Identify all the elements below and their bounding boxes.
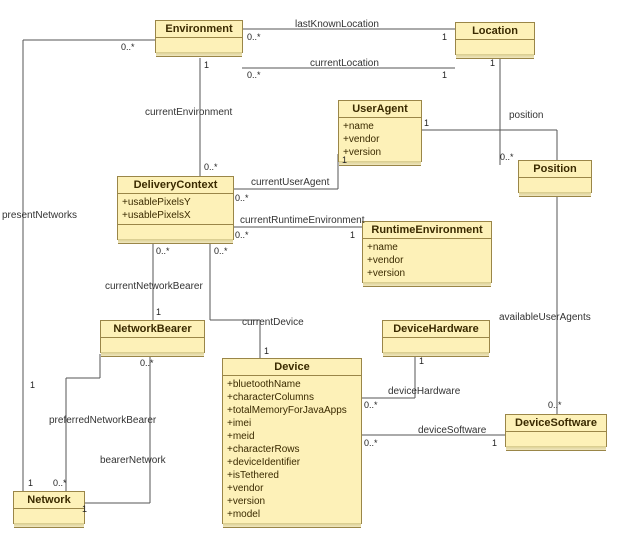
attr: +name — [367, 241, 487, 254]
mult: 1 — [156, 307, 161, 317]
mult: 0..* — [235, 230, 249, 240]
mult: 1 — [442, 70, 447, 80]
class-title: Environment — [156, 21, 242, 38]
attr: +bluetoothName — [227, 378, 357, 391]
attr: +vendor — [227, 482, 357, 495]
class-title: Location — [456, 23, 534, 40]
assoc-devicesoftware: deviceSoftware — [418, 425, 486, 436]
attr: +isTethered — [227, 469, 357, 482]
attr: +name — [343, 120, 417, 133]
assoc-devicehardware: deviceHardware — [388, 386, 460, 397]
assoc-currentenvironment: currentEnvironment — [145, 107, 232, 118]
mult: 0..* — [235, 193, 249, 203]
mult: 1 — [28, 478, 33, 488]
mult: 0..* — [364, 400, 378, 410]
mult: 0..* — [53, 478, 67, 488]
class-position: Position — [518, 160, 592, 193]
mult: 1 — [264, 346, 269, 356]
mult: 1 — [350, 230, 355, 240]
assoc-currentdevice: currentDevice — [242, 317, 304, 328]
attr: +usablePixelsY — [122, 196, 229, 209]
class-environment: Environment — [155, 20, 243, 53]
class-title: Position — [519, 161, 591, 178]
attr: +meid — [227, 430, 357, 443]
attr: +characterColumns — [227, 391, 357, 404]
attr: +characterRows — [227, 443, 357, 456]
attr: +version — [227, 495, 357, 508]
attr: +usablePixelsX — [122, 209, 229, 222]
mult: 0..* — [121, 42, 135, 52]
class-useragent: UserAgent +name +vendor +version — [338, 100, 422, 162]
class-deliverycontext: DeliveryContext +usablePixelsY +usablePi… — [117, 176, 234, 240]
assoc-currentnetworkbearer: currentNetworkBearer — [105, 281, 203, 292]
class-runtimeenvironment: RuntimeEnvironment +name +vendor +versio… — [362, 221, 492, 283]
mult: 0..* — [140, 358, 154, 368]
class-network: Network — [13, 491, 85, 524]
class-title: RuntimeEnvironment — [363, 222, 491, 239]
assoc-currentuseragent: currentUserAgent — [251, 177, 329, 188]
mult: 1 — [342, 155, 347, 165]
class-title: NetworkBearer — [101, 321, 204, 338]
mult: 1 — [30, 380, 35, 390]
mult: 1 — [424, 118, 429, 128]
attr: +deviceIdentifier — [227, 456, 357, 469]
class-location: Location — [455, 22, 535, 55]
assoc-bearernetwork: bearerNetwork — [100, 455, 166, 466]
mult: 0..* — [204, 162, 218, 172]
class-title: Network — [14, 492, 84, 509]
attr: +totalMemoryForJavaApps — [227, 404, 357, 417]
attr: +vendor — [367, 254, 487, 267]
assoc-currentruntimeenvironment: currentRuntimeEnvironment — [240, 215, 365, 226]
assoc-currentlocation: currentLocation — [310, 58, 379, 69]
mult: 0..* — [548, 400, 562, 410]
mult: 0..* — [156, 246, 170, 256]
mult: 1 — [82, 504, 87, 514]
mult: 0..* — [500, 152, 514, 162]
mult: 0..* — [364, 438, 378, 448]
class-devicesoftware: DeviceSoftware — [505, 414, 607, 447]
mult: 1 — [490, 58, 495, 68]
assoc-lastknownlocation: lastKnownLocation — [295, 19, 379, 30]
mult: 0..* — [247, 32, 261, 42]
mult: 1 — [492, 438, 497, 448]
class-title: DeliveryContext — [118, 177, 233, 194]
class-title: DeviceSoftware — [506, 415, 606, 432]
mult: 0..* — [247, 70, 261, 80]
class-title: Device — [223, 359, 361, 376]
attr: +version — [343, 146, 417, 159]
attr: +vendor — [343, 133, 417, 146]
mult: 1 — [204, 60, 209, 70]
assoc-presentnetworks: presentNetworks — [2, 210, 77, 221]
attr: +version — [367, 267, 487, 280]
class-networkbearer: NetworkBearer — [100, 320, 205, 353]
attr: +imei — [227, 417, 357, 430]
mult: 1 — [419, 356, 424, 366]
attr: +model — [227, 508, 357, 521]
assoc-preferrednetworkbearer: preferredNetworkBearer — [49, 415, 156, 426]
mult: 1 — [442, 32, 447, 42]
assoc-availableuseragents: availableUserAgents — [499, 312, 591, 323]
class-device: Device +bluetoothName +characterColumns … — [222, 358, 362, 524]
assoc-position: position — [509, 110, 543, 121]
class-title: DeviceHardware — [383, 321, 489, 338]
class-devicehardware: DeviceHardware — [382, 320, 490, 353]
mult: 0..* — [214, 246, 228, 256]
class-title: UserAgent — [339, 101, 421, 118]
